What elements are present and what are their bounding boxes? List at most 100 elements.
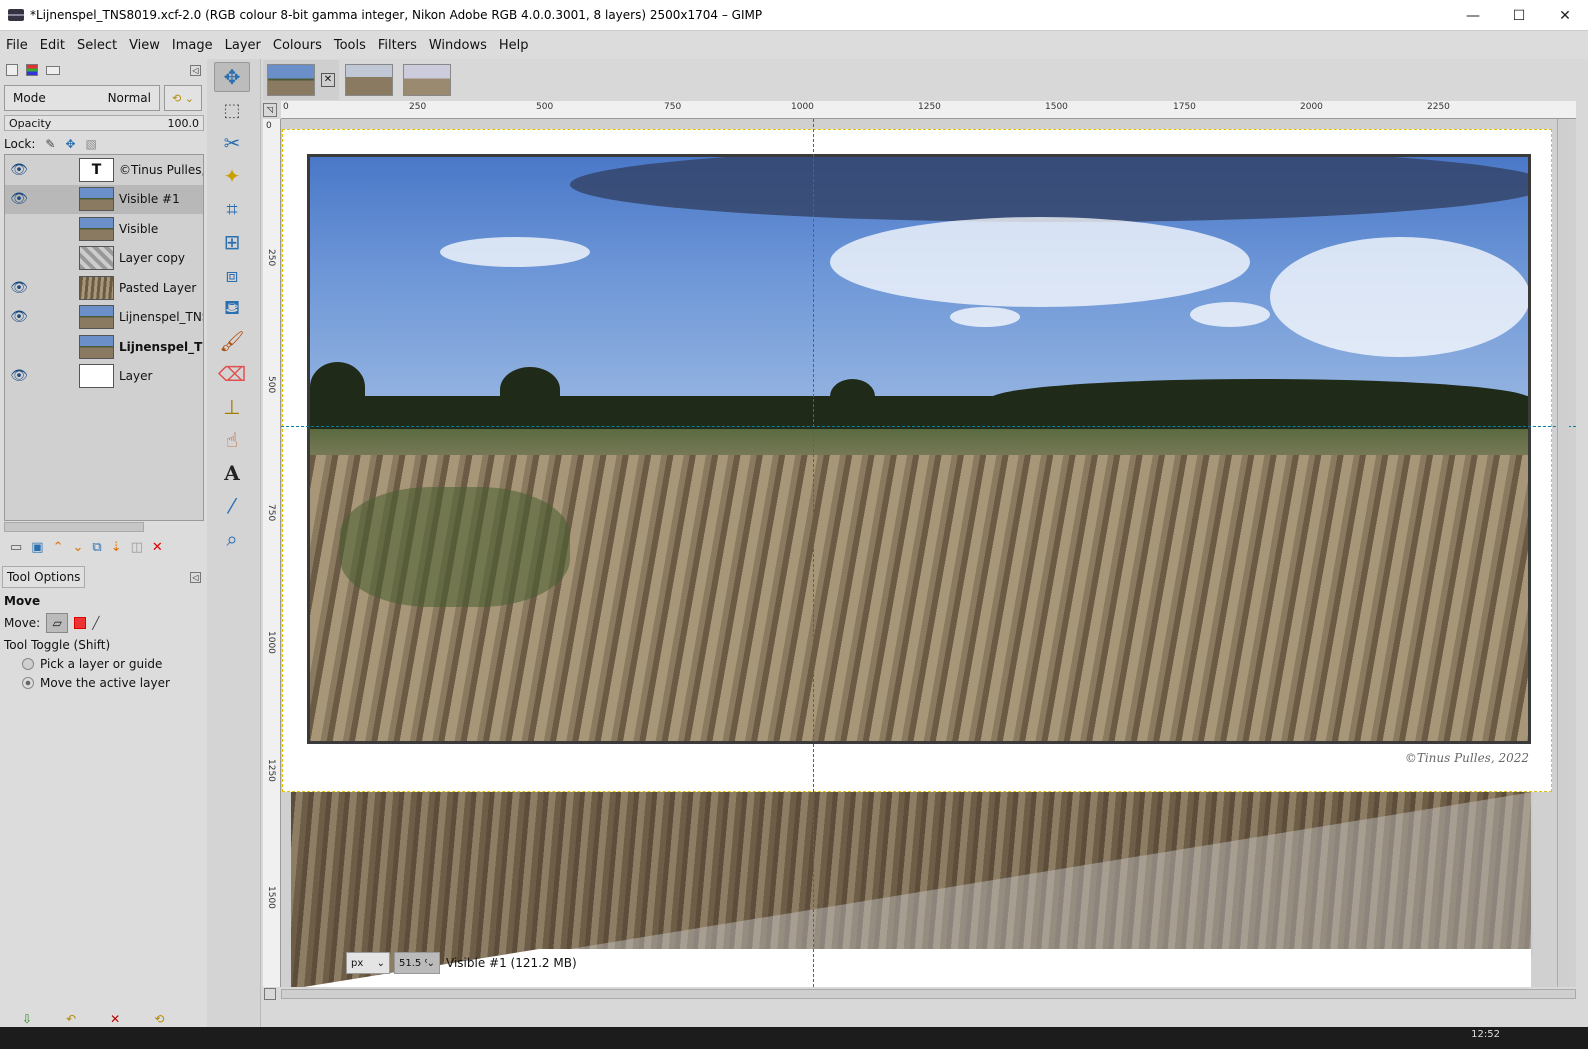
move-layer-icon[interactable]: ▱ xyxy=(46,613,69,633)
close-button[interactable]: ✕ xyxy=(1542,0,1588,31)
fuzzy-select-icon[interactable]: ✦ xyxy=(214,161,250,191)
minimize-button[interactable]: — xyxy=(1450,0,1496,31)
clone-stamp-icon[interactable]: ⊥ xyxy=(214,392,250,422)
restore-options-icon[interactable]: ↶ xyxy=(66,1012,76,1026)
option-pick-layer[interactable]: Pick a layer or guide xyxy=(4,657,207,671)
text-tool-icon[interactable]: A xyxy=(214,458,250,488)
opacity-slider[interactable]: Opacity 100.0 xyxy=(4,115,204,131)
delete-layer-icon[interactable]: ✕ xyxy=(152,540,163,555)
visibility-eye-icon[interactable]: 👁 xyxy=(5,368,33,384)
layer-row-selected[interactable]: 👁 Visible #1 xyxy=(5,184,203,214)
bucket-fill-icon[interactable]: ⛾ xyxy=(214,293,250,323)
layer-row[interactable]: Visible xyxy=(5,214,203,244)
cloud xyxy=(830,217,1250,307)
move-path-icon[interactable]: ╱ xyxy=(92,616,99,630)
zoom-select[interactable]: 51.5 %⌄ xyxy=(394,952,440,974)
anchor-layer-icon[interactable]: ⇣ xyxy=(111,540,122,555)
mask-layer-icon[interactable]: ◫ xyxy=(131,540,143,555)
lower-layer-icon[interactable]: ⌄ xyxy=(73,540,84,555)
unified-transform-icon[interactable]: ⊞ xyxy=(214,227,250,257)
cage-transform-icon[interactable]: ⧈ xyxy=(214,260,250,290)
ruler-label: 2250 xyxy=(1427,102,1450,112)
rect-select-icon[interactable]: ⬚ xyxy=(214,95,250,125)
layer-buttons: ▭ ▣ ⌃ ⌄ ⧉ ⇣ ◫ ✕ xyxy=(4,537,204,557)
vertical-scrollbar[interactable] xyxy=(1557,119,1569,987)
horizontal-guide[interactable] xyxy=(281,426,1576,427)
layer-row[interactable]: 👁 Pasted Layer xyxy=(5,273,203,303)
menu-tools[interactable]: Tools xyxy=(328,38,372,53)
visibility-eye-icon[interactable]: 👁 xyxy=(5,309,33,325)
visibility-eye-icon[interactable]: 👁 xyxy=(5,191,33,207)
option-move-active-layer[interactable]: Move the active layer xyxy=(4,676,207,690)
menu-view[interactable]: View xyxy=(123,38,166,53)
reset-options-icon[interactable]: ⟲ xyxy=(154,1012,164,1026)
new-layer-group-icon[interactable]: ▣ xyxy=(31,540,43,555)
dock-menu-icon[interactable]: ◁ xyxy=(190,64,201,76)
radio-move-active-layer[interactable] xyxy=(22,677,34,689)
menu-edit[interactable]: Edit xyxy=(34,38,71,53)
smudge-icon[interactable]: ☝ xyxy=(214,425,250,455)
lock-position-icon[interactable]: ✥ xyxy=(65,137,75,151)
quick-mask-icon[interactable] xyxy=(264,988,276,1000)
dock-bottom-buttons: ⇩ ↶ ✕ ⟲ xyxy=(0,1012,207,1026)
ruler-label: 1250 xyxy=(266,759,276,782)
menu-file[interactable]: File xyxy=(0,38,34,53)
document-area: ✕ ◹ 0 250 500 750 1000 1250 1500 1750 20… xyxy=(261,59,1588,1049)
move-tool-icon[interactable]: ✥ xyxy=(214,62,250,92)
paintbrush-icon[interactable]: 🖌 xyxy=(214,326,250,356)
zoom-icon[interactable]: ⌕ xyxy=(214,524,250,554)
crop-icon[interactable]: ⌗ xyxy=(214,194,250,224)
menu-colours[interactable]: Colours xyxy=(267,38,328,53)
lock-pixels-icon[interactable]: ✎ xyxy=(45,137,55,151)
visibility-eye-icon[interactable]: 👁 xyxy=(5,162,33,178)
mode-label: Mode xyxy=(13,91,46,105)
menu-help[interactable]: Help xyxy=(493,38,535,53)
radio-pick-layer[interactable] xyxy=(22,658,34,670)
new-layer-icon[interactable]: ▭ xyxy=(10,540,22,555)
ruler-label: 1500 xyxy=(266,886,276,909)
copyright-text: ©Tinus Pulles, 2022 xyxy=(1404,751,1529,765)
ruler-corner-icon[interactable]: ◹ xyxy=(263,103,277,117)
channels-tab-icon[interactable] xyxy=(26,64,38,76)
unit-select[interactable]: px ⌄ xyxy=(346,952,390,974)
raise-layer-icon[interactable]: ⌃ xyxy=(53,540,64,555)
composite-mode-icon[interactable]: ⟲ ⌄ xyxy=(164,85,202,111)
tab-tool-options[interactable]: Tool Options xyxy=(2,566,86,588)
layer-name: Visible xyxy=(119,221,159,236)
delete-options-icon[interactable]: ✕ xyxy=(110,1012,120,1026)
layers-scrollbar[interactable] xyxy=(4,522,144,532)
menu-select[interactable]: Select xyxy=(71,38,123,53)
layer-row[interactable]: Lijnenspel_TN xyxy=(5,332,203,362)
menu-filters[interactable]: Filters xyxy=(372,38,423,53)
horizontal-scrollbar[interactable] xyxy=(281,989,1576,999)
save-options-icon[interactable]: ⇩ xyxy=(22,1012,32,1026)
eraser-icon[interactable]: ⌫ xyxy=(214,359,250,389)
image-tab-active[interactable]: ✕ xyxy=(263,60,339,100)
image-tab[interactable] xyxy=(399,60,455,100)
layer-row[interactable]: 👁 Lijnenspel_TNS8 xyxy=(5,303,203,333)
mode-select[interactable]: Mode Normal xyxy=(4,85,160,111)
layer-row[interactable]: 👁 Layer xyxy=(5,362,203,392)
color-picker-icon[interactable]: ⁄ xyxy=(214,491,250,521)
scissors-icon[interactable]: ✂ xyxy=(214,128,250,158)
move-selection-icon[interactable] xyxy=(74,617,87,629)
vertical-guide[interactable] xyxy=(813,119,814,987)
menu-layer[interactable]: Layer xyxy=(219,38,267,53)
paths-tab-icon[interactable] xyxy=(46,65,60,75)
lock-alpha-icon[interactable]: ▧ xyxy=(86,137,97,151)
menu-windows[interactable]: Windows xyxy=(423,38,493,53)
layers-tab-icon[interactable] xyxy=(6,64,18,76)
image-canvas[interactable]: ©Tinus Pulles, 2022 xyxy=(281,119,1576,987)
ruler-label: 1000 xyxy=(266,631,276,654)
visibility-eye-icon[interactable]: 👁 xyxy=(5,280,33,296)
menu-image[interactable]: Image xyxy=(166,38,219,53)
image-tab[interactable] xyxy=(341,60,397,100)
maximize-button[interactable]: ☐ xyxy=(1496,0,1542,31)
layer-row[interactable]: 👁 T ©Tinus Pulles, xyxy=(5,155,203,185)
layer-row[interactable]: Layer copy xyxy=(5,244,203,274)
horizontal-ruler: 0 250 500 750 1000 1250 1500 1750 2000 2… xyxy=(281,101,1576,119)
close-tab-icon[interactable]: ✕ xyxy=(321,73,335,87)
ruler-label: 250 xyxy=(409,102,427,112)
tool-options-menu-icon[interactable]: ◁ xyxy=(190,571,201,583)
duplicate-layer-icon[interactable]: ⧉ xyxy=(92,540,101,555)
